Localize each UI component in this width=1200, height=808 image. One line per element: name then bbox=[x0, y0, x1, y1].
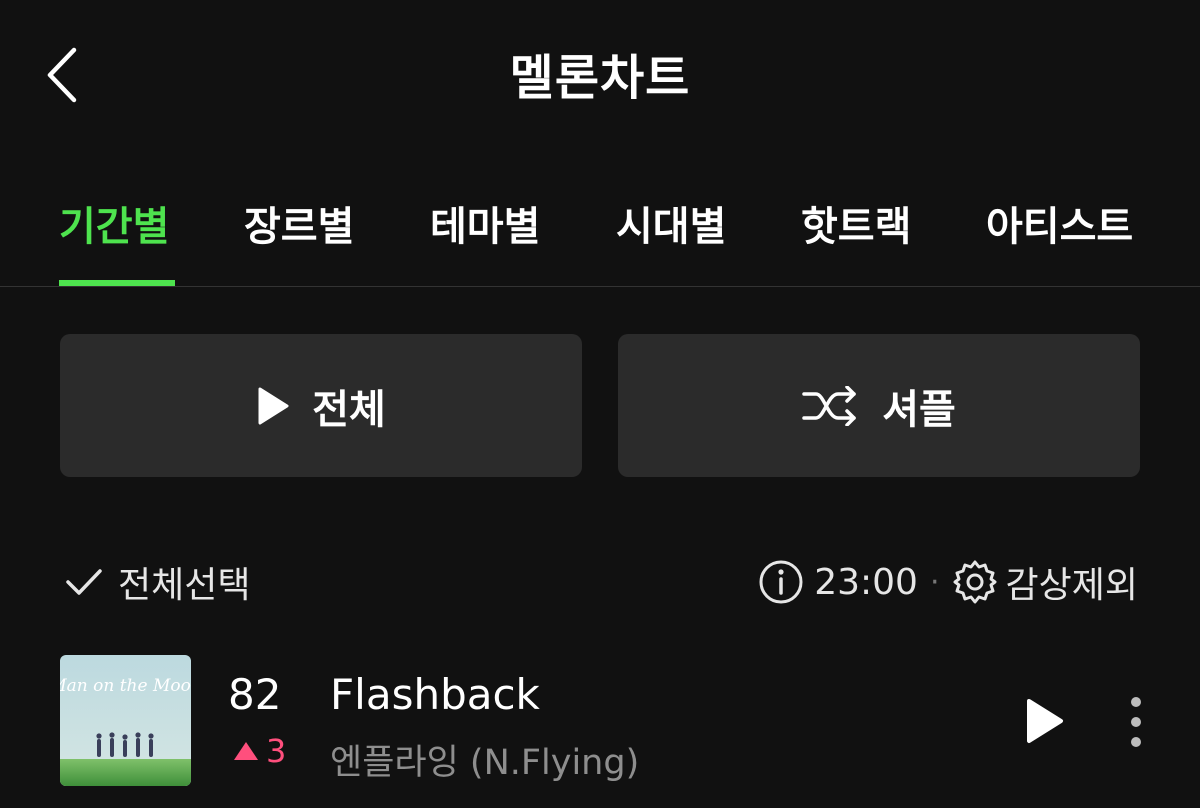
shuffle-label: 셔플 bbox=[882, 386, 956, 433]
play-icon bbox=[1027, 699, 1063, 743]
rank-up-triangle-icon bbox=[234, 742, 258, 760]
more-options-button[interactable] bbox=[1116, 694, 1156, 750]
exclude-listening-label: 감상제외 bbox=[1005, 565, 1138, 606]
row-play-button[interactable] bbox=[1018, 696, 1068, 746]
shuffle-button[interactable]: 셔플 bbox=[618, 334, 1140, 477]
album-cover-image: Man on the Moon bbox=[60, 655, 191, 786]
more-vertical-icon bbox=[1131, 697, 1141, 747]
select-all-button[interactable]: 전체선택 bbox=[64, 556, 250, 608]
info-icon[interactable] bbox=[758, 559, 804, 605]
tab-genre[interactable]: 장르별 bbox=[244, 194, 354, 274]
shuffle-icon bbox=[802, 385, 856, 426]
chart-row[interactable]: Man on the Moon 82 3 Flashback 엔플라잉 (N.F… bbox=[0, 640, 1200, 800]
artist-name[interactable]: 엔플라잉 (N.Flying) bbox=[330, 734, 639, 785]
page-title: 멜론차트 bbox=[509, 50, 691, 106]
rank-change-value: 3 bbox=[266, 732, 287, 770]
song-title[interactable]: Flashback bbox=[330, 670, 540, 719]
list-toolbar: 전체선택 23:00 · 감상제외 bbox=[0, 548, 1200, 618]
tab-artist[interactable]: 아티스트 bbox=[986, 194, 1133, 274]
play-all-button[interactable]: 전체 bbox=[60, 334, 582, 477]
tab-period[interactable]: 기간별 bbox=[59, 194, 169, 274]
chart-tabs: 기간별 장르별 테마별 시대별 핫트랙 아티스트 bbox=[0, 180, 1200, 287]
active-tab-indicator bbox=[59, 280, 175, 286]
gear-icon bbox=[953, 560, 997, 604]
check-icon bbox=[66, 569, 102, 595]
rank-change: 3 bbox=[232, 732, 286, 770]
tab-hot-track[interactable]: 핫트랙 bbox=[801, 194, 911, 274]
tab-theme[interactable]: 테마별 bbox=[430, 194, 540, 274]
separator-dot: · bbox=[929, 564, 940, 600]
chart-update-time: 23:00 bbox=[814, 561, 918, 603]
select-all-label: 전체선택 bbox=[118, 565, 251, 606]
tab-era[interactable]: 시대별 bbox=[616, 194, 726, 274]
play-all-label: 전체 bbox=[312, 386, 386, 433]
rank-number: 82 bbox=[228, 670, 282, 719]
toolbar-right: 23:00 · 감상제외 bbox=[758, 556, 1138, 608]
exclude-listening-button[interactable]: 감상제외 bbox=[952, 556, 1138, 608]
album-art[interactable]: Man on the Moon bbox=[60, 655, 191, 786]
album-art-text: Man on the Moon bbox=[60, 676, 191, 696]
play-icon bbox=[258, 387, 289, 424]
header: 멜론차트 bbox=[0, 0, 1200, 150]
